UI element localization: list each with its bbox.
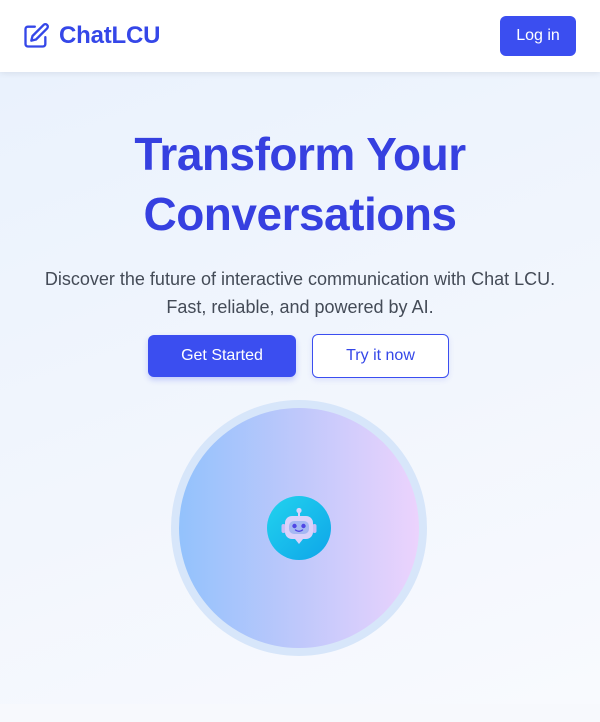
hero-section: Transform Your Conversations Discover th… [0,72,600,704]
get-started-button[interactable]: Get Started [148,335,296,377]
subtitle-line-1: Discover the future of interactive commu… [44,269,556,289]
edit-icon [24,23,49,48]
subtitle-line-2: Fast, reliable, and powered by AI. [166,297,434,317]
top-nav-bar: ChatLCU Log in [0,0,600,72]
headline-line-2: Conversations [143,188,457,240]
brand-name: ChatLCU [59,22,161,49]
robot-chat-icon [267,496,331,560]
page-bottom-strip [0,704,600,722]
headline-line-1: Transform Your [134,128,466,180]
hero-headline: Transform Your Conversations [0,124,600,244]
login-button[interactable]: Log in [500,16,576,56]
try-it-now-button[interactable]: Try it now [312,334,449,378]
hero-subtitle: Discover the future of interactive commu… [30,265,570,321]
brand-logo[interactable]: ChatLCU [22,22,160,50]
